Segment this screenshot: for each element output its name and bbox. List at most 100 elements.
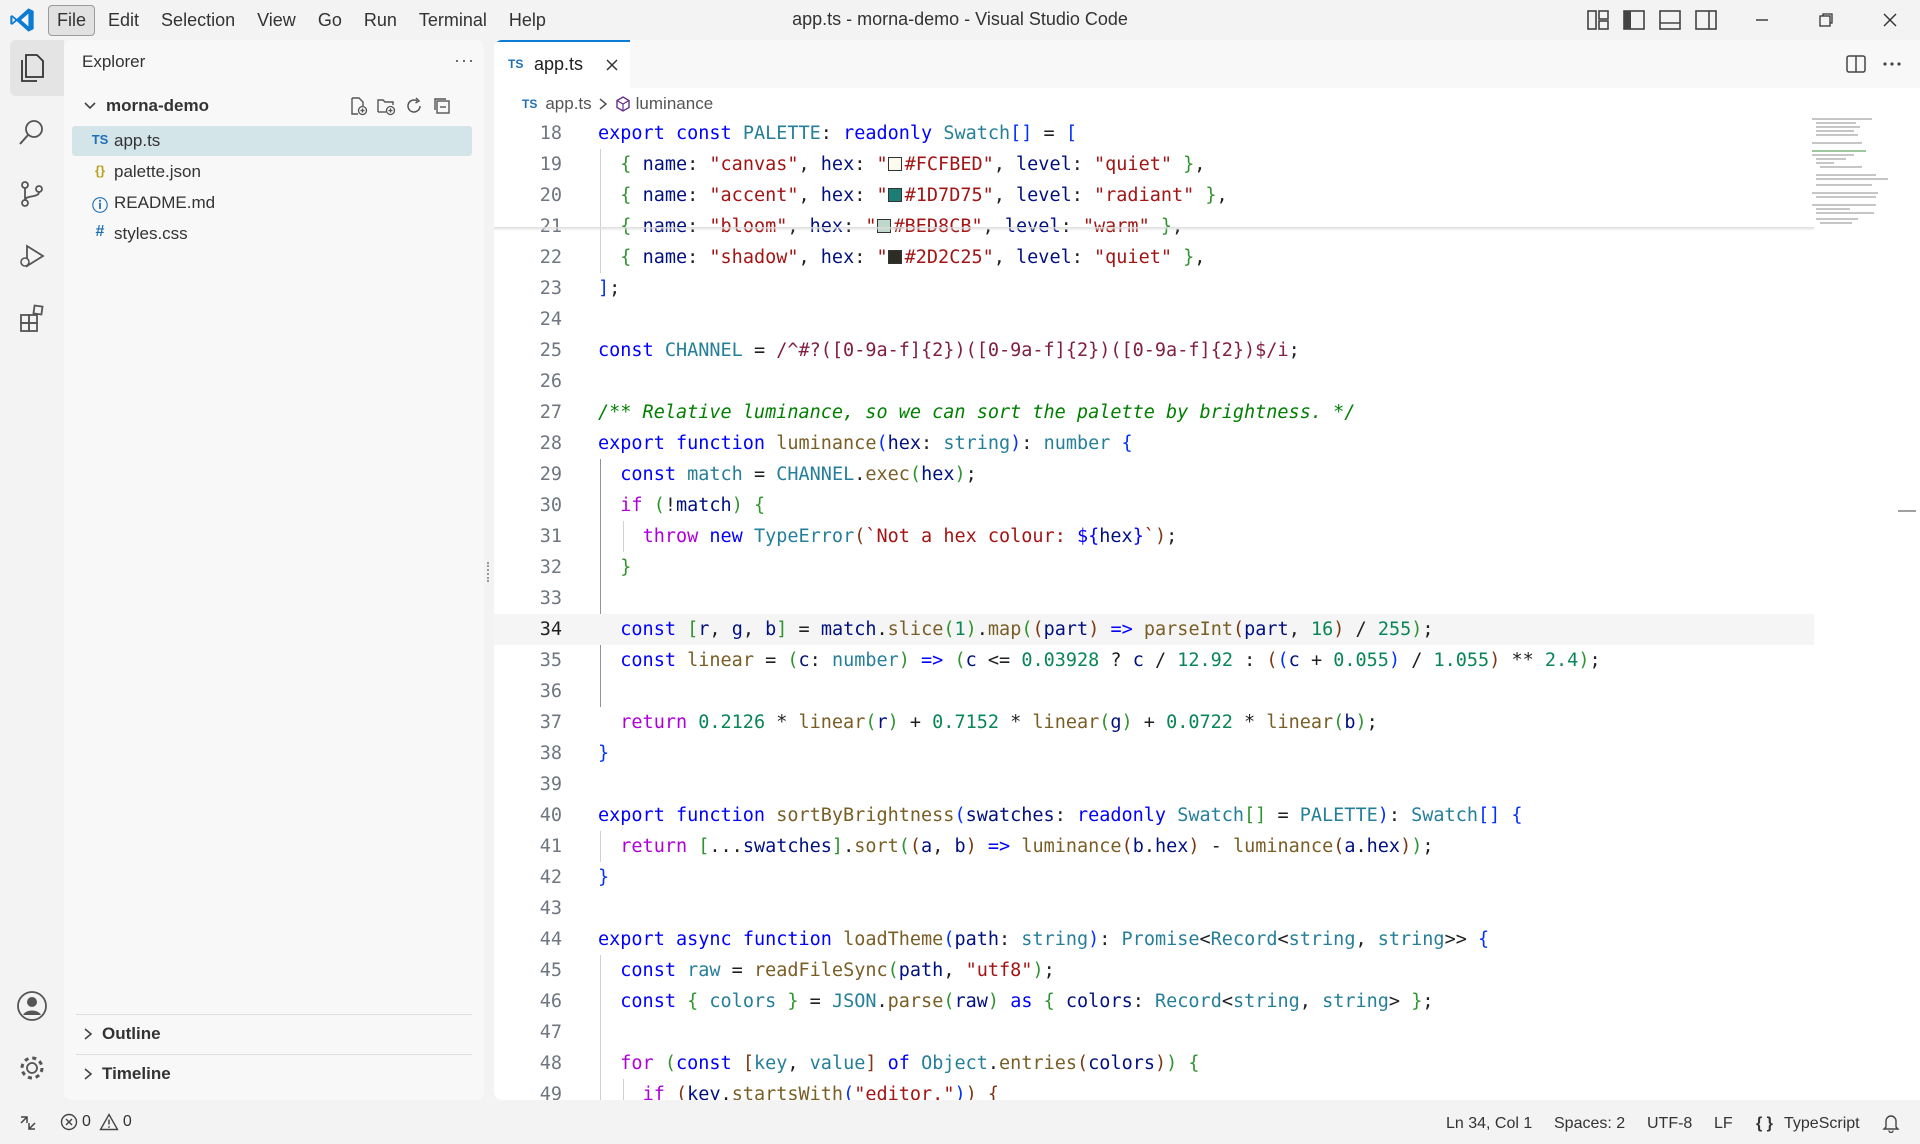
code-text: const raw = readFileSync(path, "utf8"); [620,960,1055,981]
cursor-position[interactable]: Ln 34, Col 1 [1446,1115,1532,1133]
outline-panel-header[interactable]: Outline [76,1014,472,1051]
code-text: const CHANNEL = /^#?([0-9a-f]{2})([0-9a-… [598,340,1300,361]
file-item-readme-md[interactable]: ⓘ README.md [72,188,472,218]
encoding[interactable]: UTF-8 [1647,1115,1692,1133]
minimap-line [1812,204,1876,206]
menu-selection[interactable]: Selection [152,5,244,36]
more-actions-icon[interactable]: ··· [454,50,475,71]
file-item-styles-css[interactable]: # styles.css [72,219,472,249]
code-line: 20 { name: "accent", hex: " #1D7D75", lev… [494,180,1814,211]
code-text: const match = CHANNEL.exec(hex); [620,464,977,485]
toggle-primary-sidebar-icon[interactable] [1620,6,1648,34]
line-number: 45 [539,960,562,981]
timeline-panel-header[interactable]: Timeline [76,1054,472,1091]
collapse-all-icon[interactable] [430,94,454,118]
folder-name: morna-demo [106,96,209,115]
menu-bar: File Edit Selection View Go Run Terminal… [48,4,559,36]
cursor-position-marker [1898,510,1916,512]
minimap-line [1820,166,1862,168]
refresh-icon[interactable] [402,94,426,118]
menu-edit[interactable]: Edit [99,5,148,36]
minimap-line [1816,184,1872,186]
indentation[interactable]: Spaces: 2 [1554,1115,1625,1133]
file-item-app-ts[interactable]: TS app.ts [72,126,472,156]
breadcrumb-file[interactable]: app.ts [545,94,591,114]
remote-icon[interactable] [18,1113,38,1138]
line-number: 37 [539,712,562,733]
error-icon [60,1113,78,1131]
source-control-icon[interactable] [12,174,52,214]
line-ending[interactable]: LF [1714,1115,1733,1133]
code-line: 38} [494,738,1814,769]
code-line: 46 const { colors } = JSON.parse(raw) as… [494,986,1814,1017]
minimap-line [1816,162,1834,164]
more-actions-icon[interactable] [1878,52,1906,76]
file-name: palette.json [114,162,201,181]
color-swatch-accent[interactable] [887,188,902,202]
close-icon[interactable] [1860,0,1920,40]
activity-bar [0,40,64,1104]
chevron-down-icon [84,102,96,110]
code-line: 37 return 0.2126 * linear(r) + 0.7152 * … [494,707,1814,738]
new-file-icon[interactable] [346,94,370,118]
code-line: 27 /** Relative luminance, so we can sort… [494,397,1814,428]
outline-label: Outline [102,1024,161,1043]
minimap-line [1816,178,1888,180]
minimap-line [1812,150,1866,152]
line-number: 26 [539,371,562,392]
menu-go[interactable]: Go [309,5,351,36]
restore-icon[interactable] [1796,0,1856,40]
code-text: export const PALETTE: readonly Swatch[] … [598,123,1077,144]
bell-icon[interactable] [1882,1113,1900,1138]
info-file-icon: ⓘ [91,198,108,215]
code-text: export function sortByBrightness(swatche… [598,805,1523,826]
menu-view[interactable]: View [248,5,305,36]
code-line: 43 [494,893,1814,924]
explorer-icon[interactable] [12,48,52,88]
folder-header[interactable]: morna-demo [64,92,484,120]
tab-label: app.ts [534,54,584,74]
color-swatch-shadow[interactable] [887,250,902,264]
split-editor-icon[interactable] [1842,52,1870,76]
minimap-line [1816,218,1858,220]
minimap[interactable] [1812,118,1896,238]
line-number: 40 [539,805,562,826]
breadcrumb: TS app.ts luminance [522,92,713,116]
close-tab-icon[interactable] [602,55,622,75]
account-icon[interactable] [12,986,52,1026]
scrollbar[interactable] [1896,118,1920,1100]
sidebar-resize-sash[interactable] [487,562,493,582]
gear-icon[interactable] [12,1048,52,1088]
menu-terminal[interactable]: Terminal [410,5,496,36]
method-symbol-icon [615,96,630,112]
menu-help[interactable]: Help [500,5,555,36]
language-mode[interactable]: TypeScript [1784,1115,1860,1133]
extensions-icon[interactable] [12,298,52,338]
code-line: 45 const raw = readFileSync(path, "utf8"… [494,955,1814,986]
minimap-line [1816,158,1846,160]
problems-indicator[interactable]: 0 0 [60,1113,132,1131]
customize-layout-icon[interactable] [1584,6,1612,34]
breadcrumb-symbol[interactable]: luminance [636,94,714,114]
code-area[interactable]: 18 export const PALETTE: readonly Swatch[… [494,118,1814,1100]
warning-count: 0 [122,1113,132,1130]
chevron-right-icon [84,1028,93,1040]
code-line: 28 export function luminance(hex: string)… [494,428,1814,459]
toggle-panel-icon[interactable] [1656,6,1684,34]
color-swatch-canvas[interactable] [887,157,902,171]
new-folder-icon[interactable] [374,94,398,118]
line-number: 29 [539,464,562,485]
run-debug-icon[interactable] [12,236,52,276]
toggle-secondary-sidebar-icon[interactable] [1692,6,1720,34]
minimize-icon[interactable] [1732,0,1792,40]
line-number: 32 [539,557,562,578]
code-line: 22 { name: "shadow", hex: " #2D2C25", lev… [494,242,1814,273]
search-icon[interactable] [12,112,52,152]
file-name: app.ts [114,131,161,150]
menu-run[interactable]: Run [355,5,406,36]
file-item-palette-json[interactable]: {} palette.json [72,157,472,187]
code-text: const linear = (c: number) => (c <= 0.03… [620,650,1601,671]
line-number: 47 [539,1022,562,1043]
menu-file[interactable]: File [48,4,96,36]
tab-app-ts[interactable]: TS app.ts [494,40,630,88]
